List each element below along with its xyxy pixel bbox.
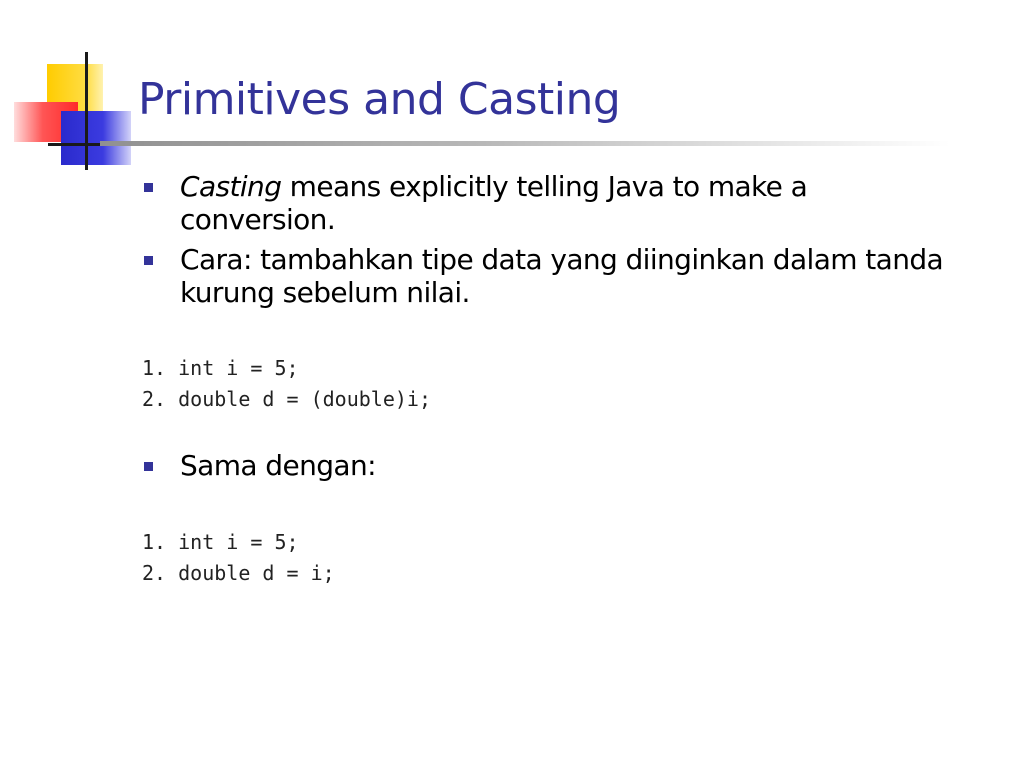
bullet-square-icon [144, 183, 153, 192]
slide-title: Primitives and Casting [138, 74, 621, 125]
bullet-square-icon [144, 256, 153, 265]
bullet-text: Sama dengan: [180, 449, 377, 482]
bullet-square-icon [144, 462, 153, 471]
code-line: 2. double d = i; [142, 561, 335, 585]
bullet-item-casting: Casting means explicitly telling Java to… [142, 170, 962, 236]
code-block-implicit-cast: 1. int i = 5; 2. double d = i; [142, 527, 335, 589]
bullet-list-bottom: Sama dengan: [142, 449, 962, 489]
logo-blue-square [61, 111, 131, 165]
bullet-item-sama-dengan: Sama dengan: [142, 449, 962, 482]
slide: Primitives and Casting Casting means exp… [0, 0, 1024, 768]
bullet-item-cara: Cara: tambahkan tipe data yang diinginka… [142, 243, 962, 309]
slide-logo-decoration [0, 0, 140, 175]
code-block-explicit-cast: 1. int i = 5; 2. double d = (double)i; [142, 353, 431, 415]
bullet-emphasis: Casting [180, 170, 282, 203]
code-line: 1. int i = 5; [142, 530, 299, 554]
bullet-list-top: Casting means explicitly telling Java to… [142, 170, 962, 316]
code-line: 2. double d = (double)i; [142, 387, 431, 411]
code-line: 1. int i = 5; [142, 356, 299, 380]
title-underline-rule [100, 141, 950, 146]
logo-vertical-line [85, 52, 88, 170]
bullet-text: Cara: tambahkan tipe data yang diinginka… [180, 243, 944, 309]
